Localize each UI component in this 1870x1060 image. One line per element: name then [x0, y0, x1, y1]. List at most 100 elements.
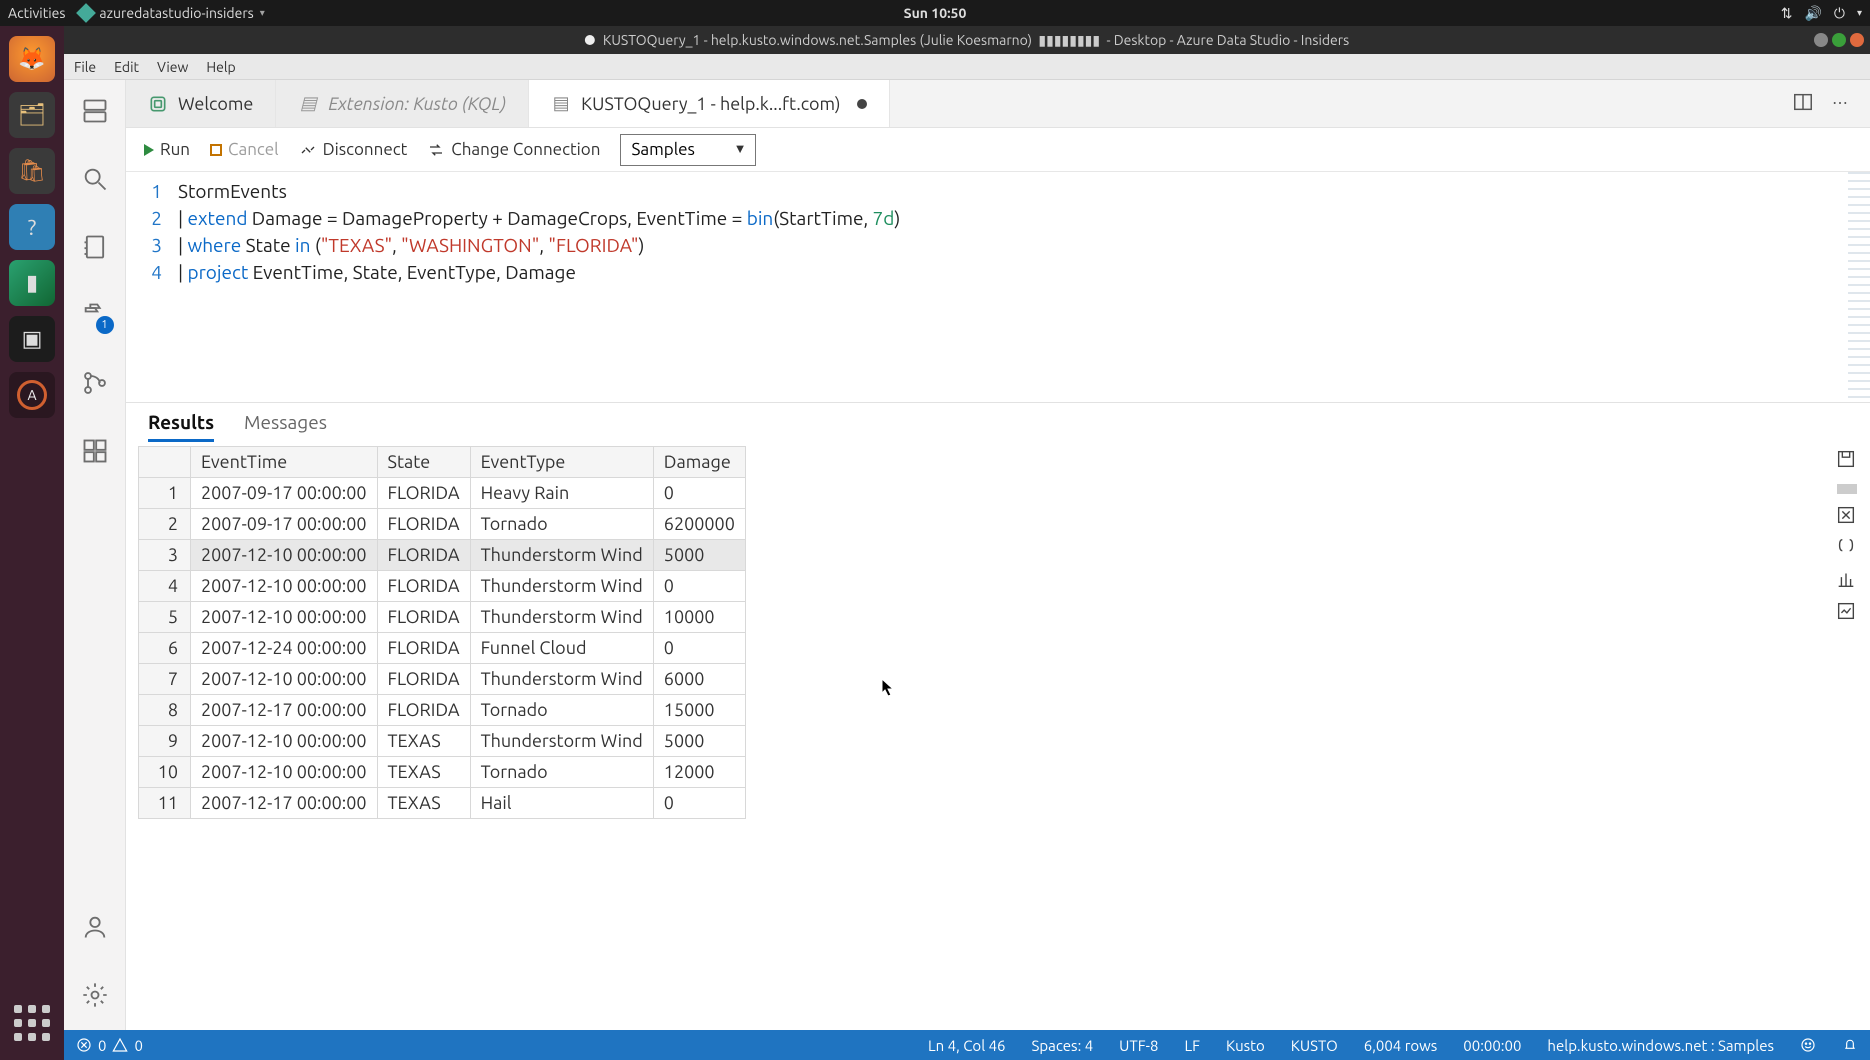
- row-number[interactable]: 10: [139, 757, 191, 788]
- split-editor-button[interactable]: [1792, 91, 1814, 117]
- cell-state[interactable]: FLORIDA: [377, 509, 470, 540]
- menu-help[interactable]: Help: [206, 59, 235, 75]
- cell-state[interactable]: TEXAS: [377, 788, 470, 819]
- cell-state[interactable]: FLORIDA: [377, 695, 470, 726]
- volume-icon[interactable]: 🔊: [1804, 5, 1821, 22]
- visualizer-button[interactable]: [1835, 600, 1859, 622]
- activity-explorer[interactable]: 1: [78, 298, 112, 332]
- row-number[interactable]: 5: [139, 602, 191, 633]
- row-number[interactable]: 1: [139, 478, 191, 509]
- status-rows[interactable]: 6,004 rows: [1364, 1037, 1438, 1054]
- launcher-updates[interactable]: [9, 372, 55, 418]
- cell-eventtime[interactable]: 2007-12-10 00:00:00: [191, 602, 378, 633]
- launcher-files[interactable]: 🗂: [9, 92, 55, 138]
- cell-eventtime[interactable]: 2007-09-17 00:00:00: [191, 509, 378, 540]
- table-row[interactable]: 72007-12-10 00:00:00FLORIDAThunderstorm …: [139, 664, 746, 695]
- status-bell[interactable]: [1842, 1037, 1858, 1053]
- row-number[interactable]: 11: [139, 788, 191, 819]
- status-cursor[interactable]: Ln 4, Col 46: [928, 1037, 1005, 1054]
- row-number[interactable]: 8: [139, 695, 191, 726]
- app-menu[interactable]: azuredatastudio-insiders ▾: [79, 5, 264, 21]
- activity-source-control[interactable]: [78, 366, 112, 400]
- menu-view[interactable]: View: [157, 59, 188, 75]
- cell-eventtime[interactable]: 2007-12-17 00:00:00: [191, 788, 378, 819]
- code-editor[interactable]: 1234 StormEvents | extend Damage = Damag…: [126, 172, 1870, 402]
- launcher-software[interactable]: 🛍: [9, 148, 55, 194]
- table-row[interactable]: 92007-12-10 00:00:00TEXASThunderstorm Wi…: [139, 726, 746, 757]
- table-row[interactable]: 102007-12-10 00:00:00TEXASTornado12000: [139, 757, 746, 788]
- cell-damage[interactable]: 0: [653, 571, 745, 602]
- cell-damage[interactable]: 0: [653, 633, 745, 664]
- table-row[interactable]: 32007-12-10 00:00:00FLORIDAThunderstorm …: [139, 540, 746, 571]
- cell-damage[interactable]: 5000: [653, 726, 745, 757]
- cell-eventtime[interactable]: 2007-12-10 00:00:00: [191, 571, 378, 602]
- row-number[interactable]: 3: [139, 540, 191, 571]
- cell-eventtype[interactable]: Hail: [470, 788, 653, 819]
- status-time[interactable]: 00:00:00: [1463, 1037, 1521, 1054]
- cell-eventtype[interactable]: Thunderstorm Wind: [470, 726, 653, 757]
- activity-servers[interactable]: [78, 94, 112, 128]
- tab-kustoquery1[interactable]: ▤ KUSTOQuery_1 - help.k...ft.com): [529, 80, 889, 127]
- cell-eventtime[interactable]: 2007-09-17 00:00:00: [191, 478, 378, 509]
- cell-eventtype[interactable]: Thunderstorm Wind: [470, 664, 653, 695]
- close-button[interactable]: [1850, 33, 1864, 47]
- cell-eventtype[interactable]: Heavy Rain: [470, 478, 653, 509]
- launcher-help[interactable]: ?: [9, 204, 55, 250]
- cell-state[interactable]: FLORIDA: [377, 633, 470, 664]
- show-chart-button[interactable]: [1835, 568, 1859, 590]
- cell-state[interactable]: FLORIDA: [377, 664, 470, 695]
- cell-state[interactable]: FLORIDA: [377, 602, 470, 633]
- col-eventtype[interactable]: EventType: [470, 447, 653, 478]
- cell-damage[interactable]: 10000: [653, 602, 745, 633]
- activity-settings[interactable]: [78, 978, 112, 1012]
- row-number[interactable]: 7: [139, 664, 191, 695]
- table-row[interactable]: 22007-09-17 00:00:00FLORIDATornado620000…: [139, 509, 746, 540]
- cell-eventtype[interactable]: Funnel Cloud: [470, 633, 653, 664]
- cell-state[interactable]: TEXAS: [377, 757, 470, 788]
- activity-notebooks[interactable]: [78, 230, 112, 264]
- cell-eventtime[interactable]: 2007-12-10 00:00:00: [191, 757, 378, 788]
- status-spaces[interactable]: Spaces: 4: [1032, 1037, 1094, 1054]
- menu-file[interactable]: File: [74, 59, 96, 75]
- power-icon[interactable]: ⏻: [1834, 5, 1845, 22]
- chevron-down-icon[interactable]: ▾: [1857, 7, 1862, 19]
- cell-eventtype[interactable]: Thunderstorm Wind: [470, 571, 653, 602]
- status-eol[interactable]: LF: [1184, 1037, 1200, 1054]
- minimap[interactable]: [1848, 172, 1870, 402]
- col-damage[interactable]: Damage: [653, 447, 745, 478]
- cell-damage[interactable]: 5000: [653, 540, 745, 571]
- cell-damage[interactable]: 0: [653, 788, 745, 819]
- cell-eventtime[interactable]: 2007-12-10 00:00:00: [191, 540, 378, 571]
- cell-damage[interactable]: 12000: [653, 757, 745, 788]
- cell-eventtime[interactable]: 2007-12-24 00:00:00: [191, 633, 378, 664]
- row-number[interactable]: 2: [139, 509, 191, 540]
- save-json-button[interactable]: [1835, 536, 1859, 558]
- cell-state[interactable]: FLORIDA: [377, 478, 470, 509]
- cell-eventtype[interactable]: Thunderstorm Wind: [470, 540, 653, 571]
- change-connection-button[interactable]: Change Connection: [427, 140, 600, 159]
- row-number[interactable]: 4: [139, 571, 191, 602]
- launcher-terminal[interactable]: ▣: [9, 316, 55, 362]
- results-grid[interactable]: EventTime State EventType Damage 12007-0…: [138, 446, 746, 819]
- cell-eventtype[interactable]: Tornado: [470, 695, 653, 726]
- cell-state[interactable]: TEXAS: [377, 726, 470, 757]
- activity-account[interactable]: [78, 910, 112, 944]
- menu-edit[interactable]: Edit: [114, 59, 139, 75]
- cell-state[interactable]: FLORIDA: [377, 540, 470, 571]
- disconnect-button[interactable]: Disconnect: [299, 140, 408, 159]
- database-select[interactable]: Samples: [620, 134, 756, 166]
- tab-extension-kusto[interactable]: ▤ Extension: Kusto (KQL): [276, 80, 529, 127]
- launcher-azure-data-studio[interactable]: ▮: [9, 260, 55, 306]
- activities-button[interactable]: Activities: [8, 5, 65, 21]
- cell-eventtype[interactable]: Tornado: [470, 757, 653, 788]
- launcher-firefox[interactable]: 🦊: [9, 36, 55, 82]
- cell-eventtype[interactable]: Thunderstorm Wind: [470, 602, 653, 633]
- col-eventtime[interactable]: EventTime: [191, 447, 378, 478]
- activity-search[interactable]: [78, 162, 112, 196]
- cell-state[interactable]: FLORIDA: [377, 571, 470, 602]
- status-problems[interactable]: 0 0: [76, 1037, 143, 1054]
- tab-welcome[interactable]: Welcome: [126, 80, 276, 127]
- code-content[interactable]: StormEvents | extend Damage = DamageProp…: [172, 172, 1870, 402]
- table-row[interactable]: 82007-12-17 00:00:00FLORIDATornado15000: [139, 695, 746, 726]
- cell-damage[interactable]: 0: [653, 478, 745, 509]
